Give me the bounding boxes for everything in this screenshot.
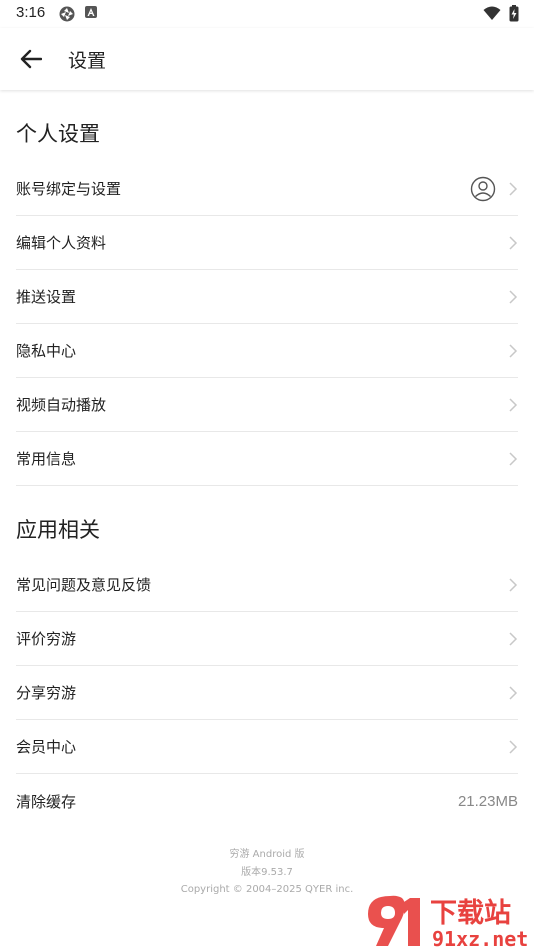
wifi-icon <box>483 6 501 20</box>
row-label: 编辑个人资料 <box>16 234 107 252</box>
back-button[interactable] <box>14 42 48 76</box>
settings-row-membership[interactable]: 会员中心 <box>16 720 518 774</box>
chevron-right-icon <box>509 631 518 646</box>
settings-content: 个人设置 账号绑定与设置 编辑个人资料 推送设置 隐私中心 视频自动播放 常用信… <box>0 90 534 828</box>
section-title-app: 应用相关 <box>16 518 100 542</box>
app-notification-icon <box>85 6 97 18</box>
watermark-domain-text: 91xz.net <box>432 927 528 950</box>
chevron-right-icon <box>509 739 518 754</box>
cache-size-value: 21.23MB <box>457 792 518 810</box>
footer-version: 版本9.53.7 <box>241 866 293 878</box>
arrow-left-icon <box>20 49 42 69</box>
watermark-brand-text: 下载站 <box>430 898 511 929</box>
chevron-right-icon <box>509 397 518 412</box>
row-label: 评价穷游 <box>16 630 77 648</box>
settings-row-rate-app[interactable]: 评价穷游 <box>16 612 518 666</box>
chevron-right-icon <box>509 181 518 196</box>
chevron-right-icon <box>509 235 518 250</box>
row-label: 分享穷游 <box>16 684 77 702</box>
row-label: 账号绑定与设置 <box>16 180 122 198</box>
status-bar: 3:16 <box>0 0 534 28</box>
settings-row-share-app[interactable]: 分享穷游 <box>16 666 518 720</box>
aperture-icon <box>59 6 75 22</box>
section-title-personal: 个人设置 <box>16 122 100 146</box>
chevron-right-icon <box>509 343 518 358</box>
settings-row-clear-cache[interactable]: 清除缓存 21.23MB <box>16 774 518 828</box>
footer-app-name: 穷游 Android 版 <box>229 849 305 860</box>
chevron-right-icon <box>509 685 518 700</box>
row-label: 常见问题及意见反馈 <box>16 576 152 594</box>
chevron-right-icon <box>509 289 518 304</box>
watermark-logo: 下载站 91xz.net <box>368 895 528 950</box>
settings-row-faq-feedback[interactable]: 常见问题及意见反馈 <box>16 558 518 612</box>
row-label: 视频自动播放 <box>16 396 107 414</box>
row-label: 推送设置 <box>16 288 77 306</box>
settings-row-privacy[interactable]: 隐私中心 <box>16 324 518 378</box>
battery-charging-icon <box>509 5 519 22</box>
chevron-right-icon <box>509 451 518 466</box>
row-label: 常用信息 <box>16 450 77 468</box>
row-label: 会员中心 <box>16 738 77 756</box>
settings-row-video-autoplay[interactable]: 视频自动播放 <box>16 378 518 432</box>
status-time: 3:16 <box>16 4 46 21</box>
app-bar: 设置 <box>0 28 534 90</box>
settings-row-common-info[interactable]: 常用信息 <box>16 432 518 486</box>
avatar-icon <box>470 176 496 201</box>
page-title: 设置 <box>68 50 107 72</box>
row-label: 清除缓存 <box>16 792 77 811</box>
settings-row-account-binding[interactable]: 账号绑定与设置 <box>16 162 518 216</box>
chevron-right-icon <box>509 577 518 592</box>
settings-row-push[interactable]: 推送设置 <box>16 270 518 324</box>
row-label: 隐私中心 <box>16 342 77 360</box>
settings-row-edit-profile[interactable]: 编辑个人资料 <box>16 216 518 270</box>
